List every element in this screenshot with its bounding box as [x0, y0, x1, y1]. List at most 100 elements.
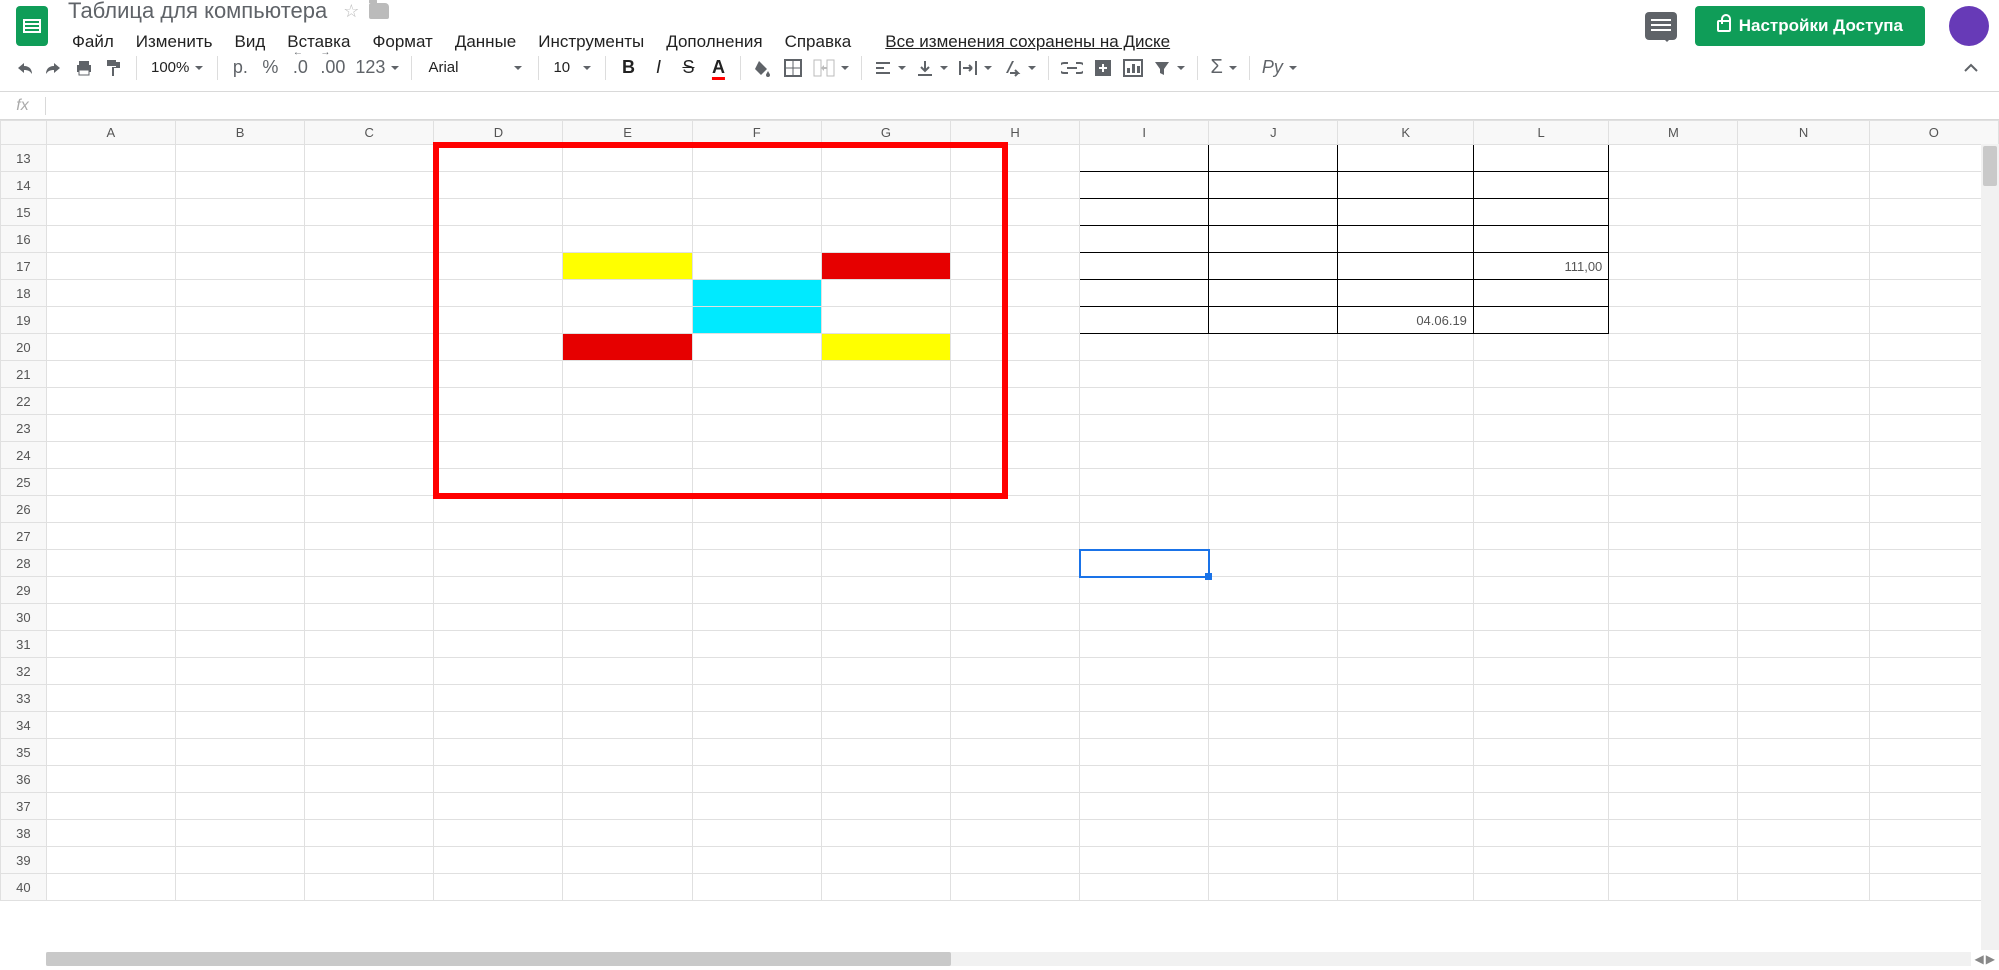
share-button[interactable]: Настройки Доступа [1695, 6, 1925, 46]
cell-J38[interactable] [1209, 820, 1338, 847]
cell-O29[interactable] [1869, 577, 1998, 604]
cell-M35[interactable] [1609, 739, 1738, 766]
cell-M37[interactable] [1609, 793, 1738, 820]
cell-N15[interactable] [1738, 199, 1869, 226]
cell-M16[interactable] [1609, 226, 1738, 253]
row-header-22[interactable]: 22 [1, 388, 47, 415]
cell-M22[interactable] [1609, 388, 1738, 415]
col-header-K[interactable]: K [1338, 121, 1473, 145]
col-header-D[interactable]: D [434, 121, 563, 145]
col-header-I[interactable]: I [1080, 121, 1209, 145]
cell-H20[interactable] [951, 334, 1080, 361]
cell-A29[interactable] [46, 577, 175, 604]
cell-M27[interactable] [1609, 523, 1738, 550]
cell-D29[interactable] [434, 577, 563, 604]
cell-A24[interactable] [46, 442, 175, 469]
cell-L14[interactable] [1473, 172, 1608, 199]
cell-B25[interactable] [175, 469, 304, 496]
cell-I28[interactable] [1080, 550, 1209, 577]
cell-C22[interactable] [305, 388, 434, 415]
row-header-14[interactable]: 14 [1, 172, 47, 199]
cell-N19[interactable] [1738, 307, 1869, 334]
cell-G26[interactable] [821, 496, 950, 523]
cell-E34[interactable] [563, 712, 692, 739]
cell-H34[interactable] [951, 712, 1080, 739]
cell-B33[interactable] [175, 685, 304, 712]
cell-D24[interactable] [434, 442, 563, 469]
cell-B39[interactable] [175, 847, 304, 874]
cell-J20[interactable] [1209, 334, 1338, 361]
cell-D21[interactable] [434, 361, 563, 388]
cell-E30[interactable] [563, 604, 692, 631]
cell-C37[interactable] [305, 793, 434, 820]
cell-M23[interactable] [1609, 415, 1738, 442]
cell-N35[interactable] [1738, 739, 1869, 766]
cell-L16[interactable] [1473, 226, 1608, 253]
cell-C16[interactable] [305, 226, 434, 253]
cell-B20[interactable] [175, 334, 304, 361]
cell-G29[interactable] [821, 577, 950, 604]
menu-вставка[interactable]: Вставка [277, 28, 360, 56]
strikethrough-button[interactable]: S [674, 53, 702, 83]
cell-A31[interactable] [46, 631, 175, 658]
cell-B30[interactable] [175, 604, 304, 631]
cell-I24[interactable] [1080, 442, 1209, 469]
cell-E31[interactable] [563, 631, 692, 658]
cell-A39[interactable] [46, 847, 175, 874]
cell-M40[interactable] [1609, 874, 1738, 901]
cell-I34[interactable] [1080, 712, 1209, 739]
cell-A20[interactable] [46, 334, 175, 361]
cell-C28[interactable] [305, 550, 434, 577]
cell-L27[interactable] [1473, 523, 1608, 550]
bold-button[interactable]: B [614, 53, 642, 83]
cell-N16[interactable] [1738, 226, 1869, 253]
cell-M33[interactable] [1609, 685, 1738, 712]
cell-H38[interactable] [951, 820, 1080, 847]
cell-K26[interactable] [1338, 496, 1473, 523]
cell-D23[interactable] [434, 415, 563, 442]
cell-F26[interactable] [692, 496, 821, 523]
cell-H30[interactable] [951, 604, 1080, 631]
menu-справка[interactable]: Справка [775, 28, 862, 56]
cell-E40[interactable] [563, 874, 692, 901]
cell-M36[interactable] [1609, 766, 1738, 793]
cell-E35[interactable] [563, 739, 692, 766]
cell-E27[interactable] [563, 523, 692, 550]
vertical-scrollbar[interactable] [1981, 144, 1999, 950]
cell-E23[interactable] [563, 415, 692, 442]
cell-O16[interactable] [1869, 226, 1998, 253]
cell-N29[interactable] [1738, 577, 1869, 604]
cell-M32[interactable] [1609, 658, 1738, 685]
row-header-27[interactable]: 27 [1, 523, 47, 550]
col-header-O[interactable]: O [1869, 121, 1998, 145]
vertical-align-button[interactable] [912, 53, 952, 83]
cell-F39[interactable] [692, 847, 821, 874]
cell-A18[interactable] [46, 280, 175, 307]
cell-H25[interactable] [951, 469, 1080, 496]
cell-N32[interactable] [1738, 658, 1869, 685]
cell-I15[interactable] [1080, 199, 1209, 226]
cell-M13[interactable] [1609, 145, 1738, 172]
cell-K29[interactable] [1338, 577, 1473, 604]
cell-F30[interactable] [692, 604, 821, 631]
menu-инструменты[interactable]: Инструменты [528, 28, 654, 56]
cell-J21[interactable] [1209, 361, 1338, 388]
cell-D27[interactable] [434, 523, 563, 550]
cell-K33[interactable] [1338, 685, 1473, 712]
cell-H21[interactable] [951, 361, 1080, 388]
cell-G20[interactable] [821, 334, 950, 361]
cell-D16[interactable] [434, 226, 563, 253]
cell-N38[interactable] [1738, 820, 1869, 847]
sheets-logo[interactable] [10, 4, 54, 48]
cell-K32[interactable] [1338, 658, 1473, 685]
cell-B16[interactable] [175, 226, 304, 253]
cell-O19[interactable] [1869, 307, 1998, 334]
cell-K31[interactable] [1338, 631, 1473, 658]
cell-C21[interactable] [305, 361, 434, 388]
cell-L39[interactable] [1473, 847, 1608, 874]
cell-L37[interactable] [1473, 793, 1608, 820]
italic-button[interactable]: I [644, 53, 672, 83]
cell-M19[interactable] [1609, 307, 1738, 334]
cell-C33[interactable] [305, 685, 434, 712]
cell-F37[interactable] [692, 793, 821, 820]
